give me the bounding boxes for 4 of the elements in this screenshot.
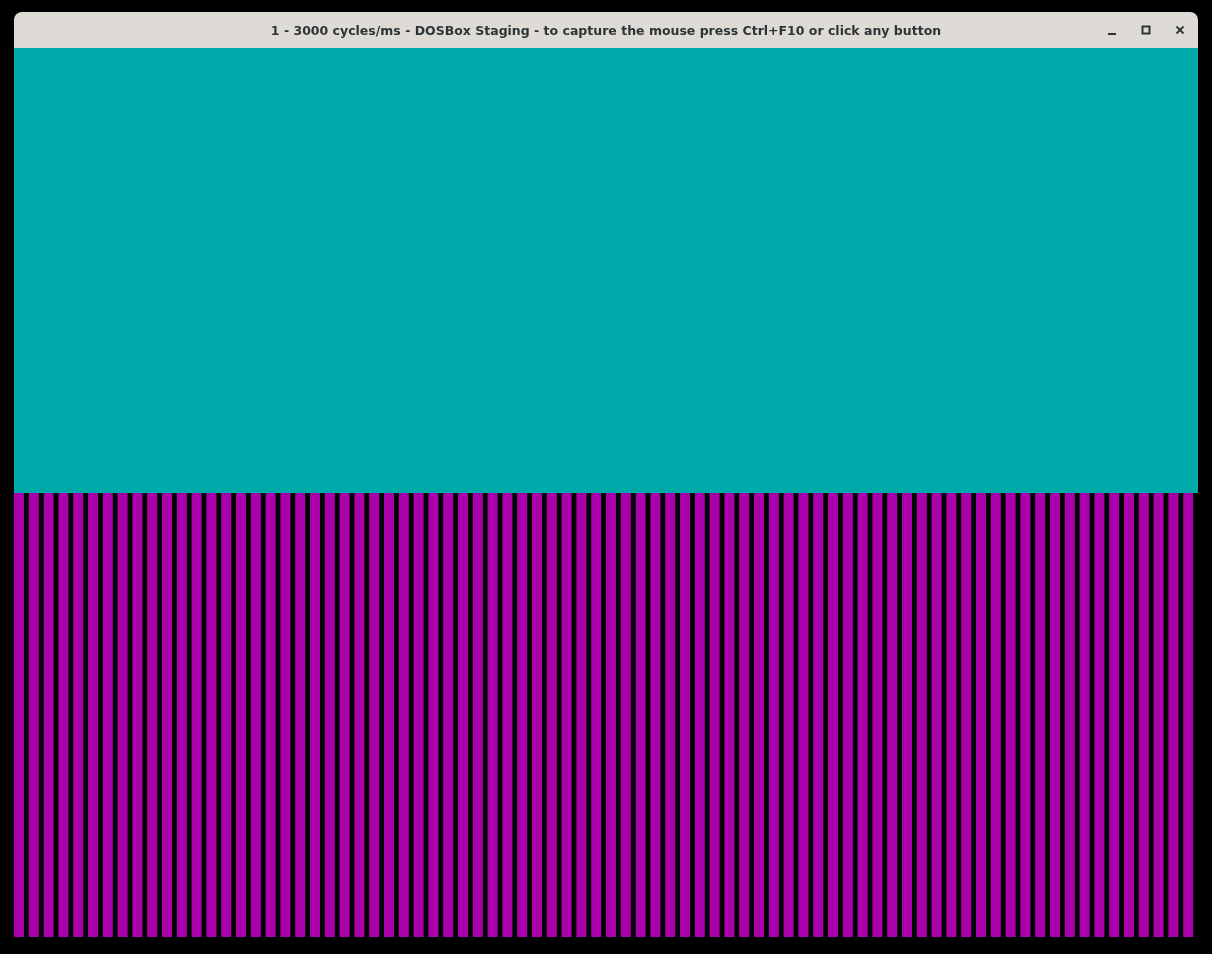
window-title: 1 - 3000 cycles/ms - DOSBox Staging - to capture the mouse press Ctrl+F10 or click any button bbox=[270, 22, 942, 38]
minimize-icon bbox=[1108, 33, 1116, 35]
close-icon bbox=[1175, 25, 1185, 35]
maximize-icon bbox=[1141, 25, 1151, 35]
